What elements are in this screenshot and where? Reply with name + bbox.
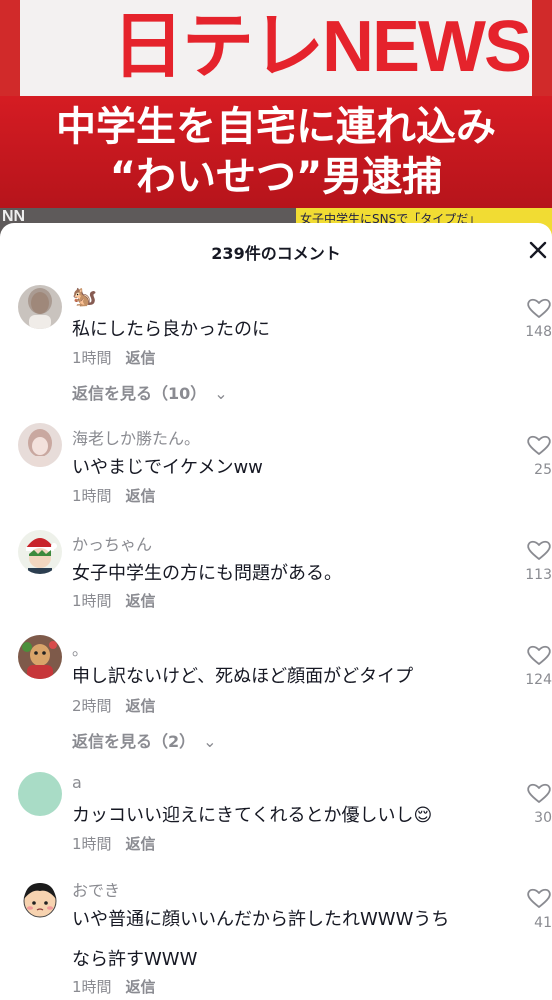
like-count: 30 [534,810,552,826]
comment-username[interactable]: 。 [72,636,88,660]
comment-username[interactable]: おでき [72,877,120,901]
heart-icon[interactable] [526,886,552,910]
comment-username[interactable]: 海老しか勝たん。 [72,425,200,449]
reply-button[interactable]: 返信 [126,487,156,505]
avatar-illustration-icon [18,877,62,921]
close-icon[interactable] [526,238,550,262]
comment-meta: 1時間 返信 [72,976,156,997]
avatar-photo-icon [18,423,62,467]
comment-username[interactable]: 🐿️ [72,284,97,308]
view-replies-button[interactable]: 返信を見る（2） ⌄ [72,728,217,752]
comment-meta: 1時間 返信 [72,590,156,611]
avatar[interactable] [18,530,62,574]
comment-count-title: 239件のコメント [211,244,341,263]
comment-text-continued: なら許すWWW [72,949,198,970]
comment-time: 1時間 [72,978,112,996]
news-logo: 日テレNEWS [112,7,532,87]
reply-button[interactable]: 返信 [126,349,156,367]
view-replies-button[interactable]: 返信を見る（10） ⌄ [72,380,228,404]
avatar[interactable] [18,772,62,816]
avatar[interactable] [18,635,62,679]
like-count: 124 [525,672,552,688]
avatar[interactable] [18,877,62,921]
heart-icon[interactable] [526,538,552,562]
comment-username[interactable]: a [72,773,82,792]
comment-time: 1時間 [72,487,112,505]
heart-icon[interactable] [526,643,552,667]
comment-username[interactable]: かっちゃん [72,531,152,555]
like-count: 148 [525,324,552,340]
like-count: 41 [534,915,552,931]
heart-icon[interactable] [526,296,552,320]
chevron-down-icon: ⌄ [214,384,228,403]
comment-text: 女子中学生の方にも問題がある。 [72,563,342,584]
comment-time: 2時間 [72,697,112,715]
comment-time: 1時間 [72,349,112,367]
avatar[interactable] [18,285,62,329]
heart-icon[interactable] [526,781,552,805]
comment-meta: 1時間 返信 [72,347,156,368]
comment-text: 私にしたら良かったのに [72,319,270,340]
news-video-background: 日テレNEWS 中学生を自宅に連れ込み “わいせつ”男逮捕 NN 女子中学生にS… [0,0,552,240]
view-replies-label: 返信を見る（2） [72,732,196,751]
comment-text: 申し訳ないけど、死ぬほど顔面がどタイプ [72,666,414,687]
reply-button[interactable]: 返信 [126,835,156,853]
comment-meta: 1時間 返信 [72,485,156,506]
reply-button[interactable]: 返信 [126,592,156,610]
comment-meta: 1時間 返信 [72,833,156,854]
like-count: 113 [525,567,552,583]
comment-text: いやまじでイケメンww [72,457,263,478]
avatar[interactable] [18,423,62,467]
comment-time: 1時間 [72,592,112,610]
avatar-character-icon [18,530,62,574]
comment-text: カッコいい迎えにきてくれるとか優しいし😌 [72,805,433,826]
comment-text: いや普通に顔いいんだから許したれWWWうち [72,909,450,930]
view-replies-label: 返信を見る（10） [72,384,207,403]
avatar-pet-icon [18,635,62,679]
chevron-down-icon: ⌄ [203,732,217,751]
like-count: 25 [534,462,552,478]
headline-line-1: 中学生を自宅に連れ込み [56,104,496,150]
comment-meta: 2時間 返信 [72,695,156,716]
headline-line-2: “わいせつ”男逮捕 [109,154,443,200]
reply-button[interactable]: 返信 [126,697,156,715]
avatar-photo-icon [18,285,62,329]
reply-button[interactable]: 返信 [126,978,156,996]
logo-edge-right [532,0,552,96]
comment-time: 1時間 [72,835,112,853]
heart-icon[interactable] [526,433,552,457]
logo-edge-left [0,0,20,96]
